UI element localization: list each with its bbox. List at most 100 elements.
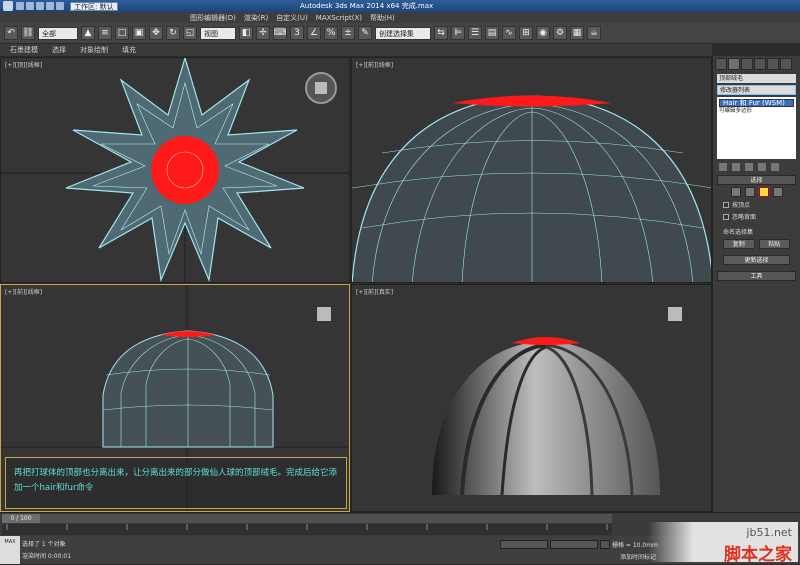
selection-filter[interactable]: 全部 [38,26,78,40]
undo-icon[interactable]: ↶ [4,26,18,40]
z-coordinate-field[interactable] [600,540,610,549]
menu-maxscript[interactable]: MAXScript(X) [316,14,362,22]
checkbox-icon [723,201,729,208]
watermark-site: jb51.net [746,526,792,539]
modifier-stack[interactable]: Hair 和 Fur (WSM) 可编辑多边形 [717,97,796,159]
update-selection-button[interactable]: 更新选择 [723,255,790,265]
make-unique-icon[interactable] [745,163,753,171]
percent-snap-icon[interactable]: % [324,26,338,40]
angle-snap-icon[interactable]: ∠ [307,26,321,40]
configure-sets-icon[interactable] [771,163,779,171]
render-production-icon[interactable]: ☕ [587,26,601,40]
tab-populate[interactable]: 填充 [122,45,136,55]
remove-modifier-icon[interactable] [758,163,766,171]
edit-named-sets-icon[interactable]: ✎ [358,26,372,40]
tab-selection[interactable]: 选择 [52,45,66,55]
quick-access-toolbar [16,2,64,10]
named-sets-label: 命名选择集 [723,229,754,236]
selection-status: 选择了 1 个对象 [22,541,66,548]
workspace-dropdown[interactable]: 工作区: 默认 [70,1,118,11]
move-icon[interactable]: ✥ [149,26,163,40]
select-by-name-icon[interactable]: ≡ [98,26,112,40]
viewport-top[interactable]: [+][顶][线框] [0,57,350,283]
manipulate-icon[interactable]: ✢ [256,26,270,40]
save-icon[interactable] [36,2,44,10]
element-select-icon[interactable] [772,187,783,197]
new-icon[interactable] [16,2,24,10]
schematic-view-icon[interactable]: ⊞ [519,26,533,40]
paste-button[interactable]: 粘贴 [758,239,790,249]
pin-stack-icon[interactable] [719,163,727,171]
time-slider-thumb[interactable]: 0 / 100 [2,514,40,523]
selection-level-tools [715,187,798,197]
stack-item-editable-poly[interactable]: 可编辑多边形 [719,107,794,115]
window-title: Autodesk 3ds Max 2014 x64 完成.max [300,2,434,10]
time-slider[interactable]: 0 / 100 [2,514,612,523]
by-vertex-checkbox[interactable]: 按顶点 [723,200,790,209]
stack-item-hair-fur[interactable]: Hair 和 Fur (WSM) [719,99,794,107]
tutorial-annotation: 再把打球体的顶部也分离出来，让分离出来的部分做仙人球的顶部绒毛。完成后给它添加一… [5,457,347,509]
viewport-shaded-canvas [432,307,682,496]
checkbox-icon [723,213,729,220]
tools-rollout[interactable]: 工具 [717,271,796,281]
face-select-icon[interactable] [744,187,755,197]
undo-icon[interactable] [46,2,54,10]
x-coordinate-field[interactable] [500,540,548,549]
rect-selection-icon[interactable]: □ [115,26,129,40]
polygon-select-icon[interactable] [758,187,769,197]
spinner-snap-icon[interactable]: ± [341,26,355,40]
viewport-front-wire[interactable]: [+][前][线框] [351,57,712,283]
align-icon[interactable]: ⊫ [451,26,465,40]
link-icon[interactable]: ⛓ [21,26,35,40]
snap-icon[interactable]: 3 [290,26,304,40]
pivot-icon[interactable]: ◧ [239,26,253,40]
maxscript-listener[interactable]: MAX [0,536,20,564]
layer-manager-icon[interactable]: ☰ [468,26,482,40]
open-icon[interactable] [26,2,34,10]
render-setup-icon[interactable]: ⚙ [553,26,567,40]
track-bar[interactable] [2,524,612,535]
menu-bar: 图形编辑器(D) 渲染(R) 自定义(U) MAXScript(X) 帮助(H) [0,12,800,23]
viewport-shaded[interactable]: [+][前][真实] [351,284,712,512]
modify-tab-icon[interactable] [728,58,740,70]
reference-coord-dropdown[interactable]: 视图 [200,26,236,40]
cactus-shaded [432,341,660,495]
named-selection-sets[interactable]: 创建选择集 [375,26,431,40]
y-coordinate-field[interactable] [550,540,598,549]
selection-rollout[interactable]: 选择 [717,175,796,185]
motion-tab-icon[interactable] [754,58,766,70]
watermark-brand: 脚本之家 [724,545,792,565]
tab-graphite-modeling[interactable]: 石墨建模 [10,45,38,55]
guides-select-icon[interactable] [730,187,741,197]
mirror-icon[interactable]: ⇆ [434,26,448,40]
copy-button[interactable]: 复制 [723,239,755,249]
menu-customize[interactable]: 自定义(U) [276,13,308,23]
rendered-frame-icon[interactable]: ▦ [570,26,584,40]
scale-icon[interactable]: ◱ [183,26,197,40]
modifier-list-dropdown[interactable]: 修改器列表 [717,85,796,95]
curve-editor-icon[interactable]: ∿ [502,26,516,40]
menu-rendering[interactable]: 渲染(R) [244,13,268,23]
copy-paste-row: 复制 粘贴 [723,239,790,249]
hierarchy-tab-icon[interactable] [741,58,753,70]
redo-icon[interactable] [56,2,64,10]
show-end-result-icon[interactable] [732,163,740,171]
keyboard-shortcut-icon[interactable]: ⌨ [273,26,287,40]
select-object-icon[interactable]: ▲ [81,26,95,40]
rotate-icon[interactable]: ↻ [166,26,180,40]
viewport-front[interactable]: [+][前][线框] 再把打球体的顶部也分离出来，让分离出来的部分做仙人球的顶部… [0,284,350,512]
cactus-shaded-red-cap [512,337,580,345]
window-crossing-icon[interactable]: ▣ [132,26,146,40]
utilities-tab-icon[interactable] [780,58,792,70]
title-bar: 工作区: 默认 Autodesk 3ds Max 2014 x64 完成.max [0,0,800,12]
menu-graph-editors[interactable]: 图形编辑器(D) [190,13,236,23]
object-name-field[interactable]: 顶部绒毛 [717,74,796,83]
tab-object-paint[interactable]: 对象绘制 [80,45,108,55]
material-editor-icon[interactable]: ◉ [536,26,550,40]
graphite-toggle-icon[interactable]: ▤ [485,26,499,40]
create-tab-icon[interactable] [715,58,727,70]
display-tab-icon[interactable] [767,58,779,70]
app-icon[interactable] [3,1,13,11]
menu-help[interactable]: 帮助(H) [370,13,395,23]
ignore-backfacing-checkbox[interactable]: 忽略背面 [723,212,790,221]
